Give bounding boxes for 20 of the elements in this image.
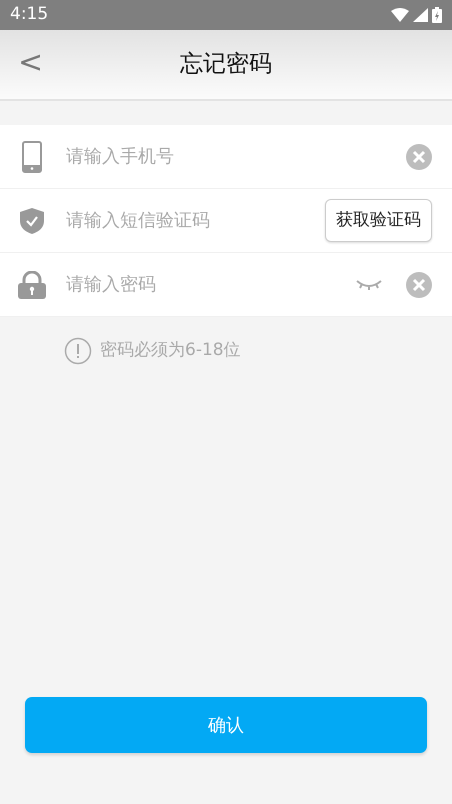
- status-time: 4:15: [10, 3, 48, 26]
- input-field[interactable]: 请输入密码: [64, 270, 356, 299]
- closed-eye-icon: [356, 278, 382, 290]
- info-icon: [64, 337, 92, 365]
- phone-icon: [22, 140, 42, 172]
- visibility-toggle[interactable]: [356, 278, 382, 290]
- clear-button[interactable]: [406, 272, 432, 298]
- confirm-button[interactable]: 确认: [25, 697, 427, 753]
- shield-icon: [20, 208, 44, 234]
- battery-icon: [432, 7, 442, 23]
- input-field[interactable]: 请输入手机号: [64, 142, 406, 171]
- lock-icon: [18, 270, 46, 298]
- clear-button[interactable]: [406, 144, 432, 170]
- input-field[interactable]: 请输入短信验证码: [64, 206, 325, 235]
- hint-text: 密码必须为6-18位: [100, 339, 241, 362]
- get-code-button[interactable]: 获取验证码: [325, 198, 432, 242]
- wifi-icon: [391, 8, 409, 22]
- page-title: 忘记密码: [180, 50, 272, 80]
- signal-icon: [413, 8, 428, 22]
- back-button[interactable]: <: [12, 48, 50, 78]
